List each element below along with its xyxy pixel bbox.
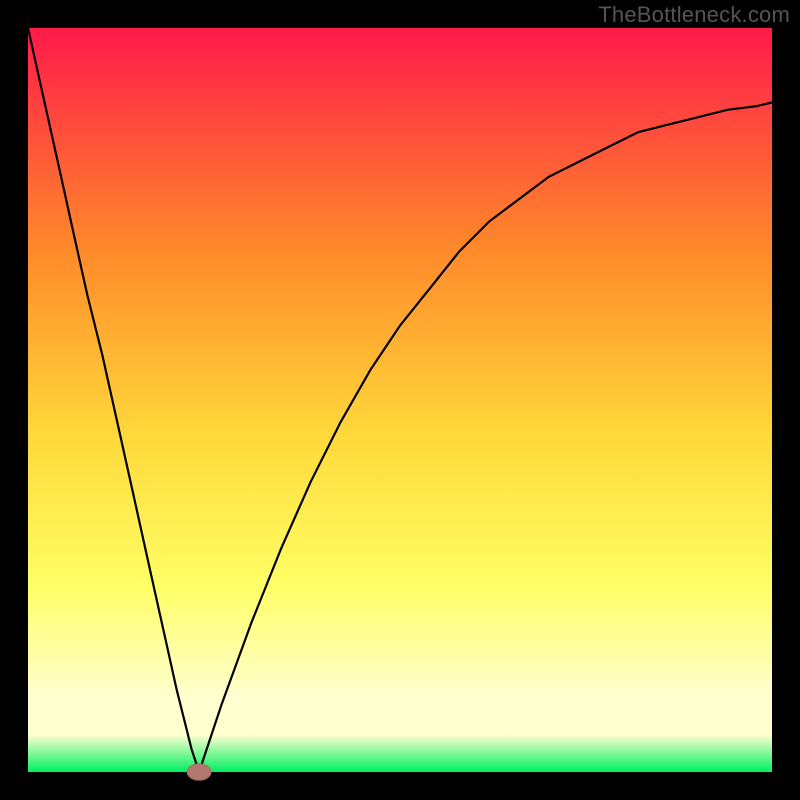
optimal-point-marker [187, 764, 211, 780]
watermark-text: TheBottleneck.com [598, 2, 790, 28]
bottleneck-chart [0, 0, 800, 800]
chart-container: TheBottleneck.com [0, 0, 800, 800]
chart-background-gradient [28, 28, 772, 772]
